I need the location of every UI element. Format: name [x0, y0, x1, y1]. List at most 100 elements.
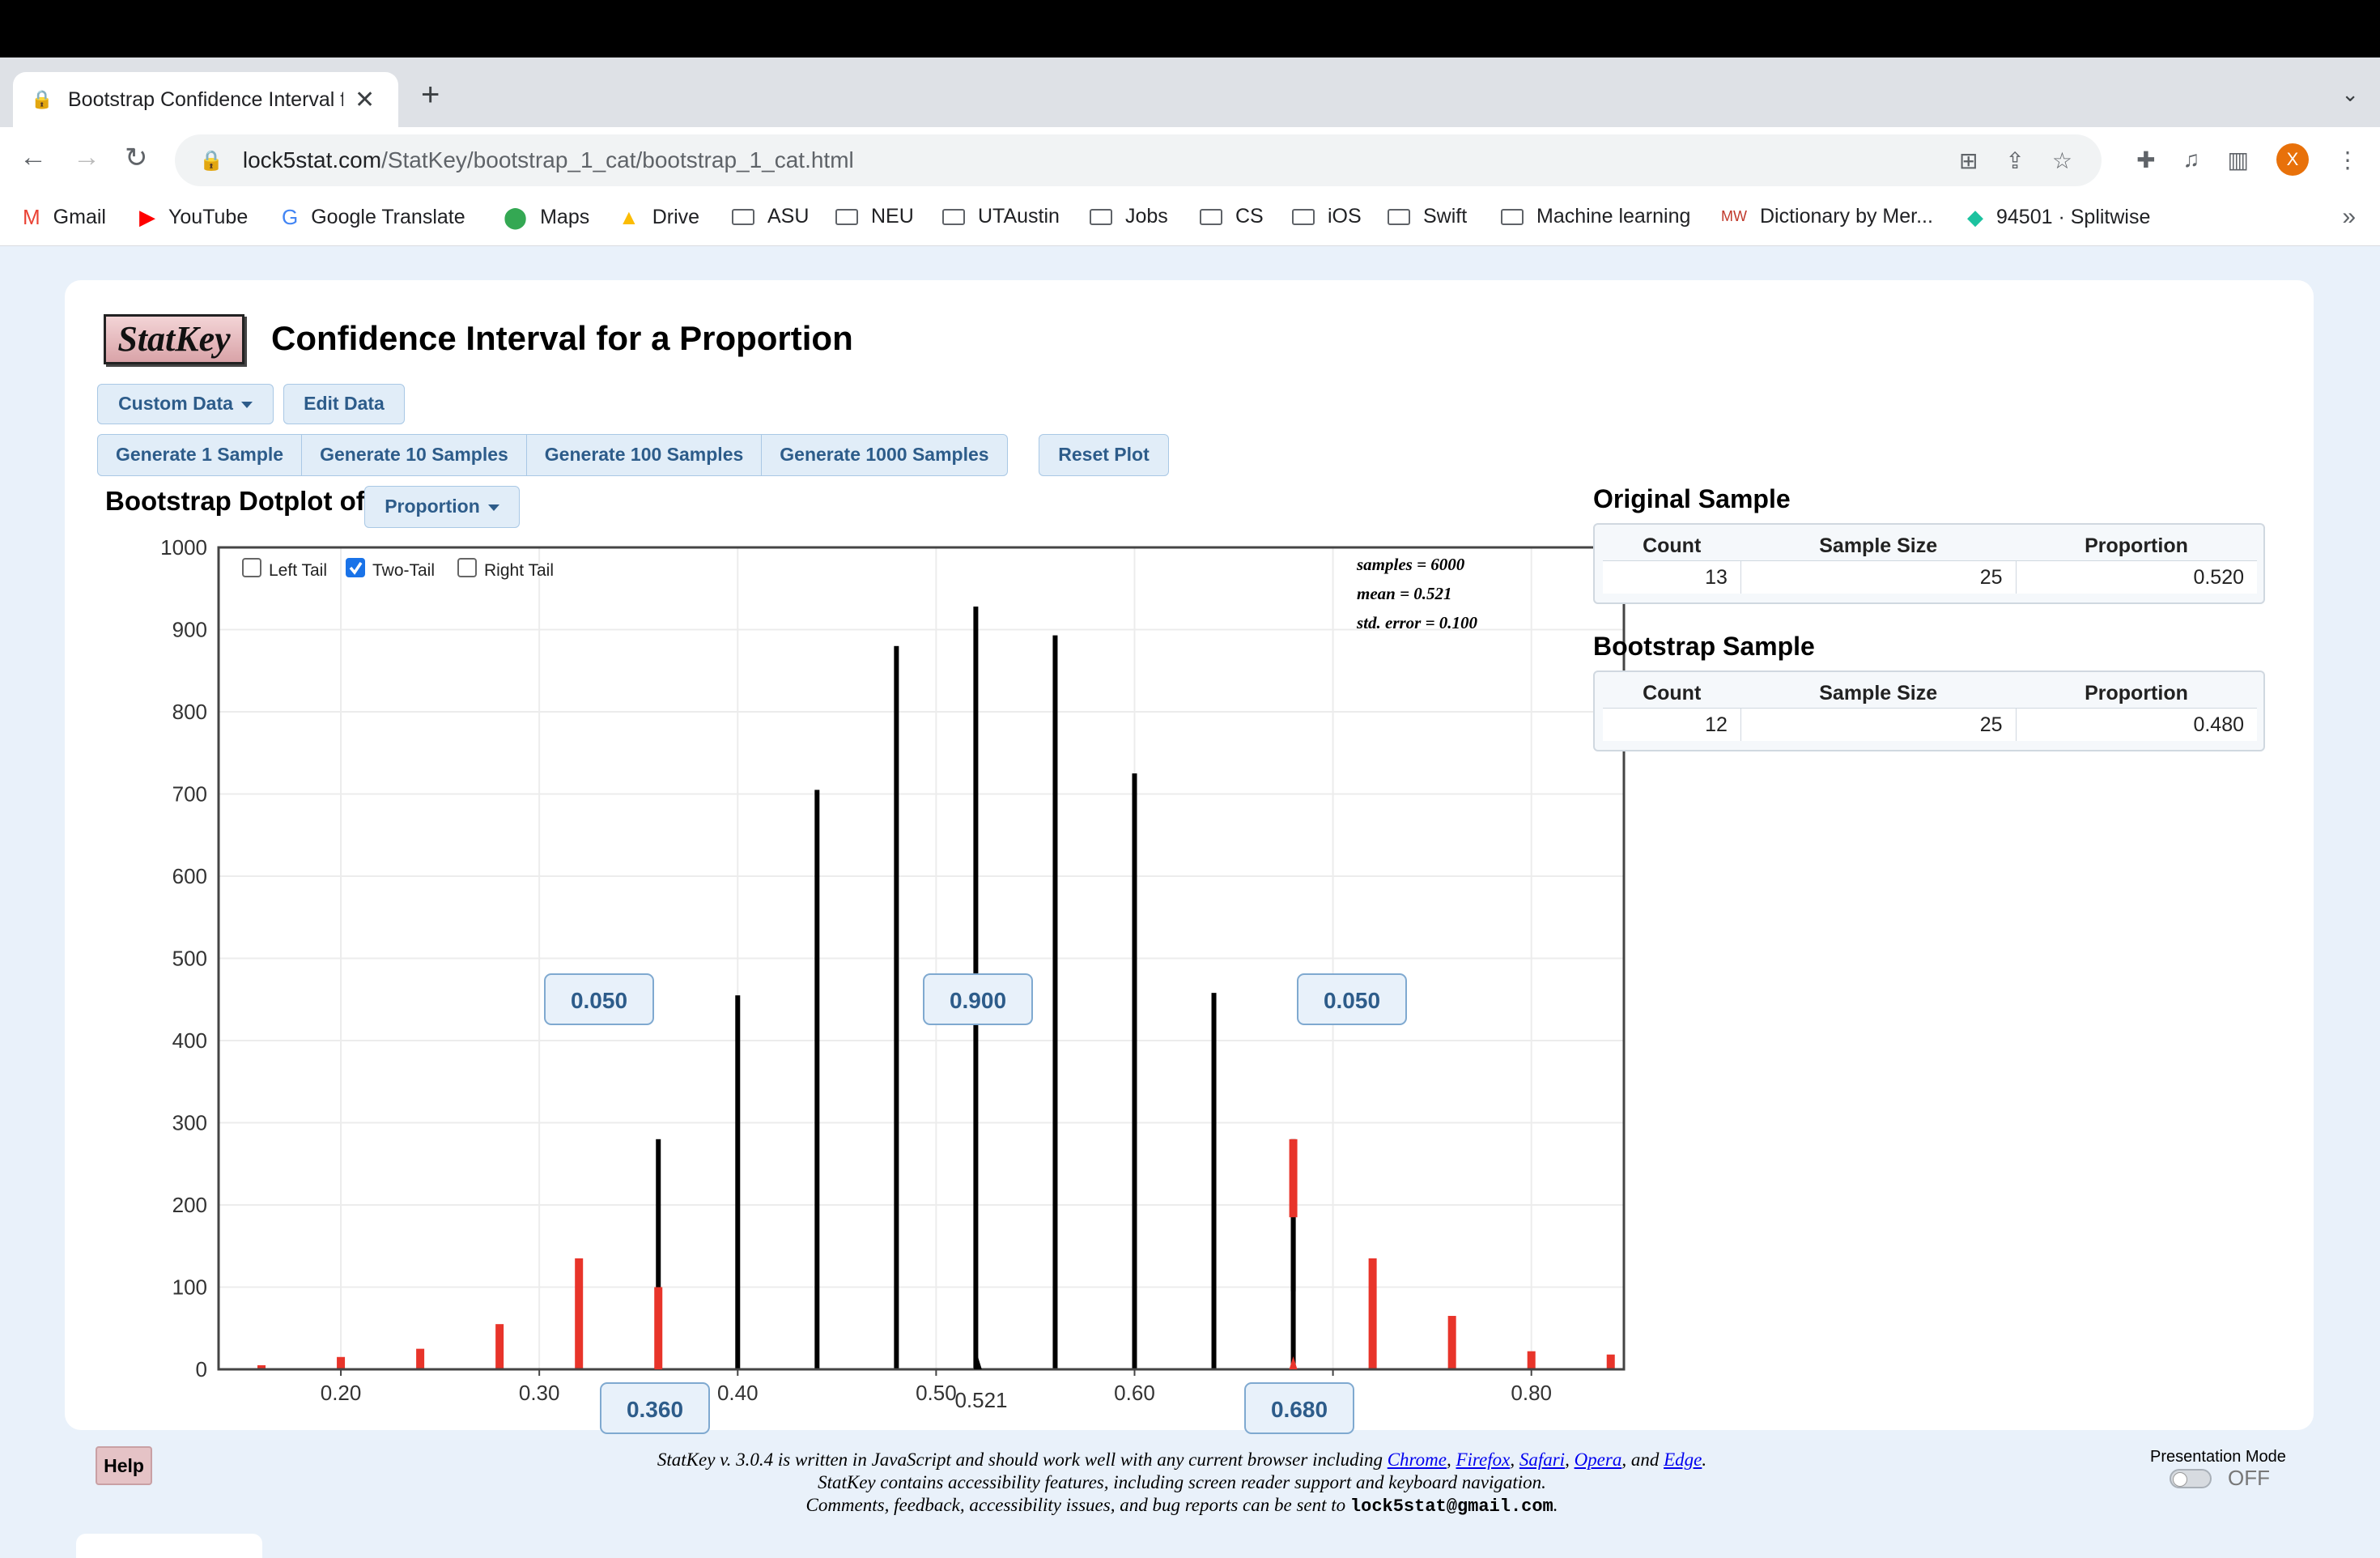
upper-bound-box[interactable]: 0.680 — [1244, 1382, 1354, 1434]
url-host: lock5stat.com — [242, 147, 382, 172]
google-translate-icon: G — [282, 205, 299, 229]
presentation-mode-state: OFF — [2228, 1466, 2270, 1490]
table-row: 12 25 0.480 — [1603, 708, 2257, 741]
browser-menu-icon[interactable]: ⋮ — [2336, 147, 2359, 173]
bookmark-folder-asu[interactable]: ASU — [732, 205, 809, 228]
forward-icon[interactable]: → — [73, 142, 100, 173]
custom-data-dropdown[interactable]: Custom Data — [97, 384, 274, 424]
bookmark-folder-machine-learning[interactable]: Machine learning — [1501, 205, 1690, 228]
footer-line-3: Comments, feedback, accessibility issues… — [805, 1495, 1558, 1517]
samples-stat: samples = 6000 — [1356, 555, 1465, 574]
reset-plot-button[interactable]: Reset Plot — [1039, 434, 1169, 476]
browser-tab[interactable]: 🔒 Bootstrap Confidence Interval f ✕ — [13, 72, 398, 127]
footer-line-2: StatKey contains accessibility features,… — [818, 1472, 1546, 1492]
lower-bound-box[interactable]: 0.360 — [600, 1382, 710, 1434]
y-tick-label: 0 — [196, 1357, 207, 1381]
y-tick-label: 400 — [172, 1028, 207, 1053]
statkey-panel: StatKey Confidence Interval for a Propor… — [65, 280, 2314, 1434]
center-bar — [656, 1139, 661, 1288]
dotplot-label: Bootstrap Dotplot of — [105, 486, 365, 516]
chrome-link[interactable]: Chrome — [1388, 1449, 1447, 1470]
center-bar — [894, 645, 899, 1369]
tail-bar — [1368, 1258, 1377, 1369]
two-tail-checkbox[interactable] — [346, 558, 365, 577]
dotplot-variable-label: Proportion — [385, 496, 480, 517]
bookmark-star-icon[interactable]: ☆ — [2052, 147, 2072, 174]
address-bar[interactable]: 🔒 lock5stat.com/StatKey/bootstrap_1_cat/… — [175, 134, 2102, 186]
bootstrap-sample-size: 25 — [1740, 708, 2017, 741]
firefox-link[interactable]: Firefox — [1456, 1449, 1510, 1470]
x-tick-label: 0.30 — [519, 1381, 560, 1405]
right-tail-proportion-box[interactable]: 0.050 — [1297, 973, 1407, 1025]
tail-bar — [1289, 1139, 1298, 1218]
folder-icon — [1501, 208, 1524, 225]
proportion-header: Proportion — [2016, 531, 2257, 561]
bookmark-splitwise[interactable]: ◆ 94501 · Splitwise — [1967, 205, 2150, 230]
bookmark-gmail[interactable]: M Gmail — [23, 205, 106, 230]
bookmark-youtube[interactable]: ▶ YouTube — [139, 205, 248, 230]
generate-1-sample-button[interactable]: Generate 1 Sample — [97, 434, 303, 476]
left-tail-proportion-box[interactable]: 0.050 — [544, 973, 654, 1025]
folder-icon — [1388, 208, 1410, 225]
presentation-mode-toggle[interactable] — [2170, 1469, 2212, 1488]
bookmark-google-translate[interactable]: G Google Translate — [282, 205, 465, 230]
translate-icon[interactable]: ⊞ — [1959, 147, 1978, 174]
right-tail-checkbox[interactable] — [457, 558, 477, 577]
original-sample-size: 25 — [1740, 560, 2017, 594]
bookmark-drive[interactable]: ▲ Drive — [618, 205, 699, 230]
sample-size-header: Sample Size — [1740, 679, 2016, 709]
bookmark-label: YouTube — [168, 206, 249, 228]
center-bar — [1132, 773, 1137, 1369]
profile-avatar[interactable]: X — [2276, 143, 2309, 176]
reload-icon[interactable]: ↻ — [125, 142, 148, 174]
help-button[interactable]: Help — [96, 1446, 152, 1485]
bookmark-label: Machine learning — [1536, 205, 1691, 228]
center-bar — [1211, 993, 1217, 1369]
y-tick-label: 500 — [172, 947, 207, 971]
back-icon[interactable]: ← — [19, 142, 47, 173]
contact-email[interactable]: lock5stat@gmail.com — [1350, 1496, 1553, 1517]
bookmark-folder-cs[interactable]: CS — [1200, 205, 1264, 228]
media-control-icon[interactable]: ♫ — [2183, 147, 2200, 172]
x-tick-label: 0.40 — [717, 1381, 759, 1405]
bookmark-folder-jobs[interactable]: Jobs — [1090, 205, 1168, 228]
side-panel-icon[interactable]: ▥ — [2228, 147, 2249, 173]
left-tail-checkbox[interactable] — [242, 558, 261, 577]
tab-search-chevron-icon[interactable]: ⌄ — [2341, 82, 2359, 107]
bookmark-maps[interactable]: ⬤ Maps — [504, 205, 589, 230]
footer-text: StatKey v. 3.0.4 is written in JavaScrip… — [453, 1449, 1910, 1518]
bookmark-label: Gmail — [53, 206, 106, 228]
url-text[interactable]: lock5stat.com/StatKey/bootstrap_1_cat/bo… — [243, 147, 854, 173]
share-icon[interactable]: ⇪ — [2005, 147, 2024, 174]
bookmark-label: 94501 · Splitwise — [1996, 206, 2151, 228]
generate-10-samples-button[interactable]: Generate 10 Samples — [302, 434, 527, 476]
tab-close-icon[interactable]: ✕ — [355, 86, 375, 114]
screen-top-bar — [0, 0, 2380, 57]
bookmark-folder-neu[interactable]: NEU — [835, 205, 914, 228]
footer-line-1: StatKey v. 3.0.4 is written in JavaScrip… — [657, 1449, 1707, 1470]
lock-icon: 🔒 — [199, 149, 223, 172]
left-tail-label: Left Tail — [269, 561, 327, 580]
generate-1000-samples-button[interactable]: Generate 1000 Samples — [762, 434, 1008, 476]
safari-link[interactable]: Safari — [1519, 1449, 1565, 1470]
dotplot-variable-dropdown[interactable]: Proportion — [364, 486, 520, 528]
tab-title: Bootstrap Confidence Interval f — [68, 87, 343, 111]
edit-data-button[interactable]: Edit Data — [283, 384, 405, 424]
edge-link[interactable]: Edge — [1664, 1449, 1702, 1470]
bookmark-folder-utaustin[interactable]: UTAustin — [942, 205, 1060, 228]
table-row: 13 25 0.520 — [1603, 560, 2257, 594]
bookmark-dictionary[interactable]: MW Dictionary by Mer... — [1721, 205, 1933, 228]
generate-100-samples-button[interactable]: Generate 100 Samples — [526, 434, 763, 476]
bookmark-folder-swift[interactable]: Swift — [1388, 205, 1467, 228]
middle-proportion-box[interactable]: 0.900 — [923, 973, 1033, 1025]
bootstrap-sample-table: Count Sample Size Proportion 12 25 0.480 — [1593, 670, 2265, 751]
statkey-logo[interactable]: StatKey — [104, 314, 244, 364]
bootstrap-proportion: 0.480 — [2016, 708, 2257, 741]
extensions-icon[interactable]: ✚ — [2136, 147, 2155, 173]
tab-strip: 🔒 Bootstrap Confidence Interval f ✕ + ⌄ — [0, 57, 2380, 127]
more-bookmarks-icon[interactable]: » — [2342, 203, 2356, 231]
opera-link[interactable]: Opera — [1575, 1449, 1622, 1470]
new-tab-icon[interactable]: + — [421, 77, 440, 113]
bookmark-label: Drive — [652, 206, 700, 228]
bookmark-folder-ios[interactable]: iOS — [1292, 205, 1362, 228]
